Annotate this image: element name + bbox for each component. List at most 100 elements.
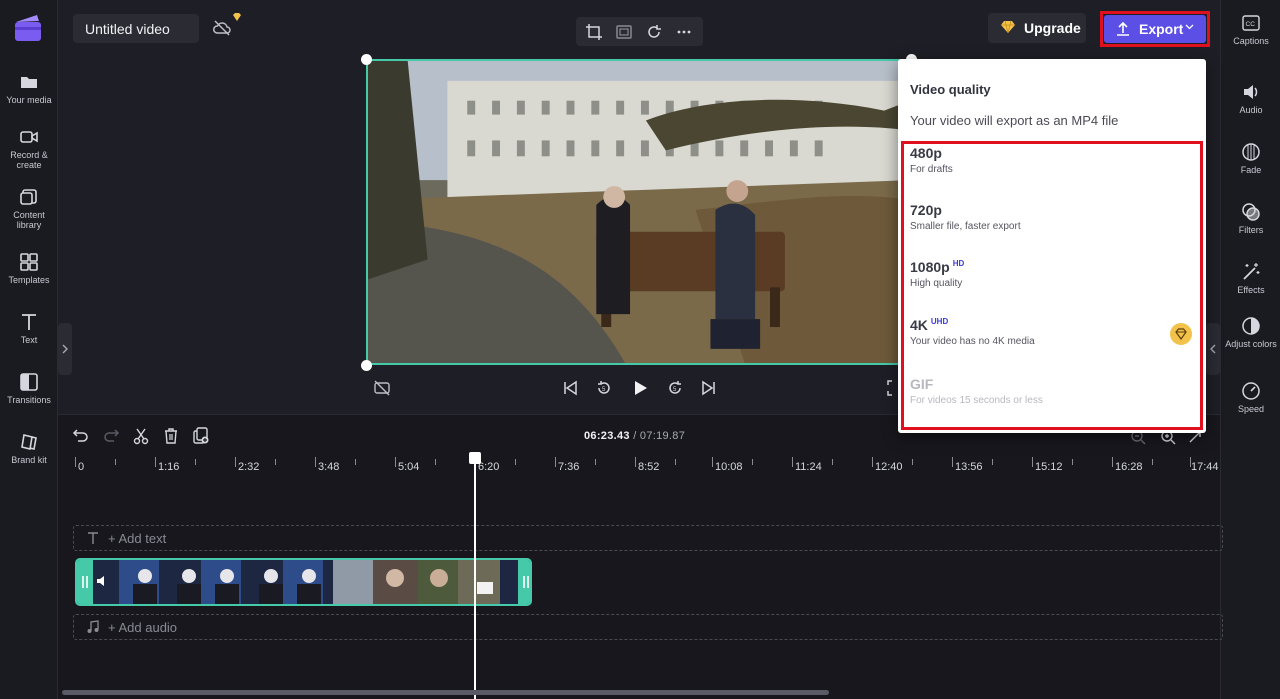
ruler-label: 13:56 bbox=[955, 461, 983, 473]
crop-icon[interactable] bbox=[585, 23, 603, 41]
option-description: For videos 15 seconds or less bbox=[910, 395, 1043, 406]
split-scissors-icon[interactable] bbox=[132, 427, 150, 445]
resize-handle-bottom-left[interactable] bbox=[361, 360, 372, 371]
upload-icon bbox=[1117, 21, 1129, 36]
fit-icon[interactable] bbox=[615, 23, 633, 41]
quality-option-gif[interactable]: GIF For videos 15 seconds or less bbox=[910, 376, 1190, 406]
duplicate-icon[interactable] bbox=[192, 427, 210, 445]
project-title-input[interactable]: Untitled video bbox=[73, 14, 199, 43]
quality-option-720p[interactable]: 720p Smaller file, faster export bbox=[910, 202, 1190, 232]
property-label: Fade bbox=[1240, 165, 1262, 175]
ruler-label: 5:04 bbox=[398, 461, 420, 473]
upgrade-button[interactable]: Upgrade bbox=[988, 13, 1086, 43]
library-icon bbox=[20, 189, 37, 205]
clip-trim-handle-left[interactable] bbox=[77, 560, 93, 604]
nav-record-create[interactable]: Record & create bbox=[0, 127, 58, 170]
quality-option-480p[interactable]: 480p For drafts bbox=[910, 145, 1190, 175]
nav-label: Transitions bbox=[7, 395, 51, 405]
export-button[interactable]: Export bbox=[1104, 15, 1206, 43]
nav-your-media[interactable]: Your media bbox=[0, 72, 58, 105]
add-audio-track[interactable]: + Add audio bbox=[73, 614, 1223, 640]
chevron-down-icon bbox=[1185, 24, 1194, 30]
total-time: / 07:19.87 bbox=[633, 430, 686, 442]
video-preview[interactable] bbox=[366, 59, 912, 365]
quality-option-1080p[interactable]: 1080p HD High quality bbox=[910, 259, 1190, 289]
timeline-horizontal-scrollbar[interactable] bbox=[62, 690, 829, 695]
playhead[interactable] bbox=[474, 455, 476, 699]
ruler-label: 15:12 bbox=[1035, 461, 1063, 473]
nav-text[interactable]: Text bbox=[0, 312, 58, 345]
property-audio[interactable]: Audio bbox=[1221, 82, 1280, 115]
quality-option-4k[interactable]: 4K UHD Your video has no 4K media bbox=[910, 317, 1190, 347]
option-name: 1080p bbox=[910, 259, 950, 275]
ruler-label: 8:52 bbox=[638, 461, 660, 473]
option-description: Smaller file, faster export bbox=[910, 221, 1021, 232]
property-effects[interactable]: Effects bbox=[1221, 262, 1280, 295]
ruler-label: 11:24 bbox=[795, 461, 822, 473]
property-adjust-colors[interactable]: Adjust colors bbox=[1221, 316, 1280, 349]
rotate-icon[interactable] bbox=[645, 23, 663, 41]
property-label: Audio bbox=[1239, 105, 1263, 115]
property-captions[interactable]: CC Captions bbox=[1221, 13, 1280, 46]
play-icon[interactable] bbox=[631, 379, 649, 397]
filters-icon bbox=[1242, 203, 1260, 221]
video-clip[interactable] bbox=[75, 558, 532, 606]
video-frame bbox=[368, 61, 910, 363]
nav-content-library[interactable]: Content library bbox=[0, 187, 58, 230]
grip-icon bbox=[82, 576, 88, 588]
property-speed[interactable]: Speed bbox=[1221, 381, 1280, 414]
property-fade[interactable]: Fade bbox=[1221, 142, 1280, 175]
nav-templates[interactable]: Templates bbox=[0, 252, 58, 285]
undo-icon[interactable] bbox=[72, 427, 90, 445]
nav-transitions[interactable]: Transitions bbox=[0, 372, 58, 405]
property-label: Effects bbox=[1237, 285, 1265, 295]
option-description: For drafts bbox=[910, 164, 953, 175]
templates-icon bbox=[20, 253, 38, 271]
export-quality-menu: Video quality Your video will export as … bbox=[898, 59, 1206, 433]
left-sidebar: Your media Record & create Content libra… bbox=[0, 0, 58, 699]
adjust-colors-icon bbox=[1242, 317, 1260, 335]
time-ruler[interactable]: 0 1:16 2:32 3:48 5:04 6:20 7:36 8:52 10:… bbox=[58, 455, 1220, 479]
clip-audio-icon[interactable] bbox=[95, 574, 109, 588]
delete-icon[interactable] bbox=[162, 427, 180, 445]
timeline-panel: 06:23.43 / 07:19.87 0 1:16 2:32 3:48 5:0… bbox=[58, 414, 1223, 699]
speed-icon bbox=[1242, 382, 1260, 400]
skip-to-start-icon[interactable] bbox=[561, 379, 579, 397]
property-label: Filters bbox=[1238, 225, 1264, 235]
ruler-label: 7:36 bbox=[558, 461, 580, 473]
property-filters[interactable]: Filters bbox=[1221, 202, 1280, 235]
option-name: 720p bbox=[910, 202, 942, 218]
fade-icon bbox=[1242, 143, 1260, 161]
right-sidebar: CC Captions Audio Fade Filters Effects A… bbox=[1220, 0, 1280, 699]
premium-gem-icon bbox=[233, 13, 241, 21]
nav-label: Text bbox=[20, 335, 38, 345]
clipchamp-logo[interactable] bbox=[13, 13, 43, 43]
option-description: Your video has no 4K media bbox=[910, 336, 1035, 347]
upgrade-label: Upgrade bbox=[1024, 20, 1081, 36]
add-text-track[interactable]: + Add text bbox=[73, 525, 1223, 551]
gem-icon bbox=[1175, 328, 1187, 341]
music-note-icon bbox=[87, 620, 99, 633]
property-label: Speed bbox=[1237, 404, 1265, 414]
clip-trim-handle-right[interactable] bbox=[518, 560, 530, 604]
option-name: 4K bbox=[910, 317, 928, 333]
gem-icon bbox=[1001, 20, 1015, 34]
cloud-off-icon[interactable] bbox=[212, 18, 232, 38]
menu-title: Video quality bbox=[910, 82, 991, 97]
timecode: 06:23.43 / 07:19.87 bbox=[584, 430, 685, 442]
nav-label: Brand kit bbox=[11, 455, 47, 465]
skip-to-end-icon[interactable] bbox=[700, 379, 718, 397]
ruler-label: 10:08 bbox=[715, 461, 743, 473]
ruler-label: 1:16 bbox=[158, 461, 180, 473]
resize-handle-top-left[interactable] bbox=[361, 54, 372, 65]
nav-brand-kit[interactable]: Brand kit bbox=[0, 432, 58, 465]
option-description: High quality bbox=[910, 278, 963, 289]
camera-off-icon[interactable] bbox=[373, 379, 391, 397]
rewind-5-icon[interactable]: 5 bbox=[595, 379, 613, 397]
left-panel-expand-button[interactable] bbox=[58, 323, 72, 375]
right-panel-expand-button[interactable] bbox=[1206, 323, 1220, 375]
more-options-icon[interactable] bbox=[675, 23, 693, 41]
forward-5-icon[interactable]: 5 bbox=[666, 379, 684, 397]
preview-toolbar bbox=[576, 17, 703, 46]
redo-icon[interactable] bbox=[102, 427, 120, 445]
